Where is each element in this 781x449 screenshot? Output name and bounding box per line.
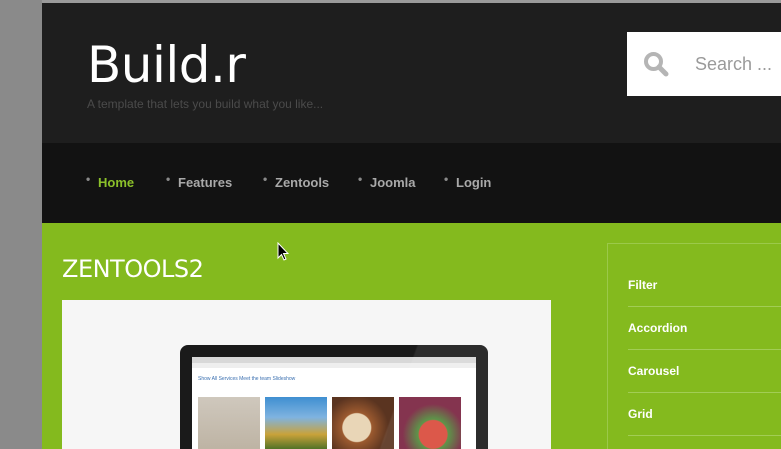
laptop-shine xyxy=(340,345,488,449)
laptop-illustration: Show All Services Meet the team Slidesho… xyxy=(180,345,488,449)
mouse-cursor-icon xyxy=(277,242,289,261)
divider xyxy=(628,435,781,436)
search-icon[interactable] xyxy=(643,51,669,77)
sidebar-menu: Filter Accordion Carousel Grid xyxy=(607,243,781,449)
nav-item-zentools[interactable]: • Zentools xyxy=(263,172,330,190)
nav-item-label: Zentools xyxy=(275,175,330,190)
screen-nav-text: Show All Services Meet the team Slidesho… xyxy=(198,376,296,382)
nav-item-features[interactable]: • Features xyxy=(166,172,233,190)
site-logo[interactable]: Build.r xyxy=(87,35,246,95)
nav-item-login[interactable]: • Login xyxy=(444,172,492,190)
main-nav: • Home • Features • Zentools • Joomla • … xyxy=(42,143,781,223)
thumb-image xyxy=(198,397,260,449)
thumb-image xyxy=(265,397,327,449)
nav-item-label: Login xyxy=(456,175,492,190)
nav-bullet: • xyxy=(86,172,91,186)
sidebar-item-grid[interactable]: Grid xyxy=(628,393,781,435)
sidebar-item-filter[interactable]: Filter xyxy=(628,264,781,306)
nav-item-joomla[interactable]: • Joomla xyxy=(358,172,416,190)
nav-bullet: • xyxy=(358,172,363,186)
nav-bullet: • xyxy=(263,172,268,186)
feature-image: Show All Services Meet the team Slidesho… xyxy=(62,300,551,449)
nav-item-label: Joomla xyxy=(370,175,416,190)
sidebar-item-accordion[interactable]: Accordion xyxy=(628,307,781,349)
search-box[interactable] xyxy=(627,32,781,96)
site-tagline: A template that lets you build what you … xyxy=(87,97,324,111)
page-title: ZENTOOLS2 xyxy=(62,255,204,283)
nav-bullet: • xyxy=(166,172,171,186)
nav-item-label: Home xyxy=(98,175,135,190)
nav-item-label: Features xyxy=(178,175,233,190)
site-header: Build.r A template that lets you build w… xyxy=(42,3,781,143)
nav-item-home[interactable]: • Home xyxy=(86,172,135,190)
nav-bullet: • xyxy=(444,172,449,186)
site-container: Build.r A template that lets you build w… xyxy=(42,0,781,449)
sidebar-item-carousel[interactable]: Carousel xyxy=(628,350,781,392)
main-content: ZENTOOLS2 Show All Services Meet the tea… xyxy=(42,223,781,449)
search-input[interactable] xyxy=(695,52,781,76)
